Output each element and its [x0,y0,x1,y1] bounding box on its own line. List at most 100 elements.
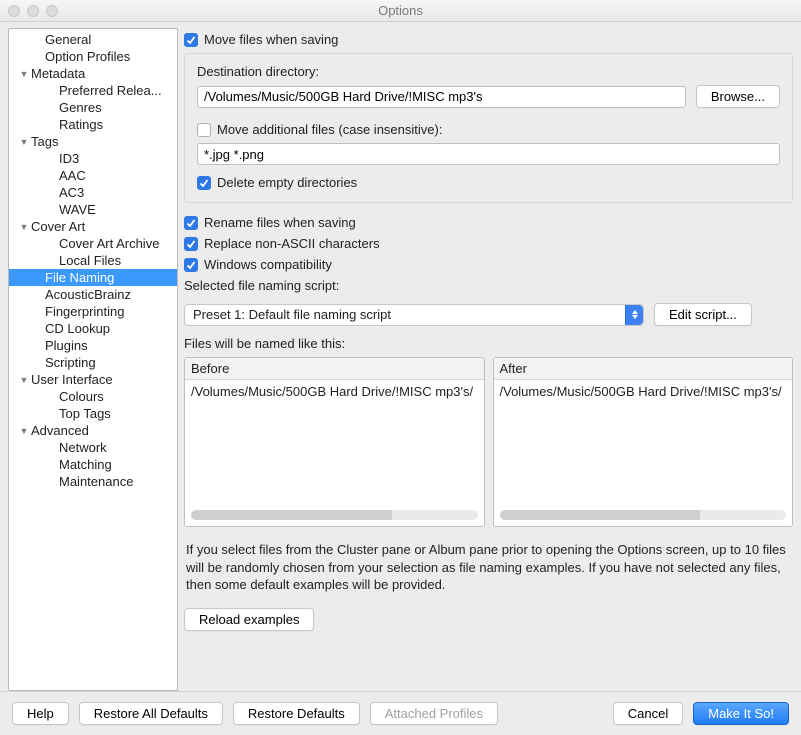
rename-files-checkbox[interactable]: Rename files when saving [184,215,793,230]
sidebar-item-label: Maintenance [59,474,133,489]
window-controls [8,5,58,17]
script-preset-value: Preset 1: Default file naming script [193,307,625,322]
disclose-icon: ▼ [19,222,29,232]
rename-files-label: Rename files when saving [204,215,356,230]
destination-input[interactable] [197,86,686,108]
sidebar-item[interactable]: ▼Tags [9,133,177,150]
sidebar-item[interactable]: Genres [9,99,177,116]
scrollbar[interactable] [500,510,787,520]
ok-button[interactable]: Make It So! [693,702,789,725]
destination-label: Destination directory: [197,64,780,79]
sidebar-item-label: Colours [59,389,104,404]
sidebar-item[interactable]: File Naming [9,269,177,286]
sidebar-item[interactable]: Cover Art Archive [9,235,177,252]
preview-label: Files will be named like this: [184,336,793,351]
edit-script-button[interactable]: Edit script... [654,303,752,326]
sidebar-item-label: Plugins [45,338,88,353]
disclose-icon: ▼ [19,69,29,79]
sidebar-item-label: Top Tags [59,406,111,421]
script-preset-select[interactable]: Preset 1: Default file naming script [184,304,644,326]
close-icon[interactable] [8,5,20,17]
destination-group: Destination directory: Browse... Move ad… [184,53,793,203]
sidebar-item[interactable]: ▼Metadata [9,65,177,82]
browse-button[interactable]: Browse... [696,85,780,108]
checkbox-icon[interactable] [184,216,198,230]
sidebar-item[interactable]: Ratings [9,116,177,133]
replace-nonascii-label: Replace non-ASCII characters [204,236,380,251]
restore-all-defaults-button[interactable]: Restore All Defaults [79,702,223,725]
preview-before-body: /Volumes/Music/500GB Hard Drive/!MISC mp… [185,380,484,506]
restore-defaults-button[interactable]: Restore Defaults [233,702,360,725]
sidebar-item-label: AC3 [59,185,84,200]
sidebar-item[interactable]: Matching [9,456,177,473]
sidebar-item-label: Preferred Relea... [59,83,162,98]
sidebar-item-label: Matching [59,457,112,472]
reload-examples-button[interactable]: Reload examples [184,608,314,631]
sidebar-item-label: AAC [59,168,86,183]
sidebar-item[interactable]: Scripting [9,354,177,371]
sidebar-item[interactable]: ▼User Interface [9,371,177,388]
sidebar-item[interactable]: Top Tags [9,405,177,422]
sidebar-item[interactable]: ID3 [9,150,177,167]
sidebar-item[interactable]: ▼Advanced [9,422,177,439]
checkbox-icon[interactable] [197,176,211,190]
checkbox-icon[interactable] [184,33,198,47]
preview-panes: Before /Volumes/Music/500GB Hard Drive/!… [184,357,793,527]
preview-after-header: After [494,358,793,380]
sidebar-item[interactable]: AAC [9,167,177,184]
sidebar-item-label: Option Profiles [45,49,130,64]
sidebar-item-label: Local Files [59,253,121,268]
scrollbar[interactable] [191,510,478,520]
checkbox-icon[interactable] [197,123,211,137]
sidebar-item[interactable]: Maintenance [9,473,177,490]
sidebar-item-label: Scripting [45,355,96,370]
disclose-icon: ▼ [19,137,29,147]
dialog-footer: Help Restore All Defaults Restore Defaul… [0,691,801,735]
cancel-button[interactable]: Cancel [613,702,683,725]
sidebar-item-label: CD Lookup [45,321,110,336]
sidebar-item[interactable]: Option Profiles [9,48,177,65]
delete-empty-checkbox[interactable]: Delete empty directories [197,175,780,190]
attached-profiles-button[interactable]: Attached Profiles [370,702,498,725]
sidebar-item-label: Tags [31,134,58,149]
options-sidebar[interactable]: General Option Profiles▼MetadataPreferred… [8,28,178,691]
sidebar-item[interactable]: Colours [9,388,177,405]
sidebar-item-label: Network [59,440,107,455]
sidebar-item-label: Fingerprinting [45,304,125,319]
preview-after: After /Volumes/Music/500GB Hard Drive/!M… [493,357,794,527]
delete-empty-label: Delete empty directories [217,175,357,190]
help-button[interactable]: Help [12,702,69,725]
move-files-label: Move files when saving [204,32,338,47]
updown-icon [625,305,643,325]
minimize-icon[interactable] [27,5,39,17]
move-files-checkbox[interactable]: Move files when saving [184,32,793,47]
zoom-icon[interactable] [46,5,58,17]
sidebar-item[interactable]: AcousticBrainz [9,286,177,303]
sidebar-item-label: Genres [59,100,102,115]
sidebar-item[interactable]: General [9,31,177,48]
preview-before-header: Before [185,358,484,380]
sidebar-item[interactable]: Preferred Relea... [9,82,177,99]
sidebar-item-label: General [45,32,91,47]
checkbox-icon[interactable] [184,237,198,251]
sidebar-item-label: Advanced [31,423,89,438]
replace-nonascii-checkbox[interactable]: Replace non-ASCII characters [184,236,793,251]
checkbox-icon[interactable] [184,258,198,272]
sidebar-item[interactable]: AC3 [9,184,177,201]
sidebar-item[interactable]: Fingerprinting [9,303,177,320]
additional-files-input[interactable] [197,143,780,165]
sidebar-item[interactable]: Plugins [9,337,177,354]
sidebar-item[interactable]: CD Lookup [9,320,177,337]
window-title: Options [378,3,423,18]
titlebar: Options [0,0,801,22]
sidebar-item[interactable]: Network [9,439,177,456]
sidebar-item[interactable]: ▼Cover Art [9,218,177,235]
options-panel: Move files when saving Destination direc… [184,28,793,691]
sidebar-item[interactable]: Local Files [9,252,177,269]
windows-compat-checkbox[interactable]: Windows compatibility [184,257,793,272]
move-additional-checkbox[interactable]: Move additional files (case insensitive)… [197,122,780,137]
sidebar-item[interactable]: WAVE [9,201,177,218]
sidebar-item-label: AcousticBrainz [45,287,131,302]
preview-after-body: /Volumes/Music/500GB Hard Drive/!MISC mp… [494,380,793,506]
sidebar-item-label: Ratings [59,117,103,132]
